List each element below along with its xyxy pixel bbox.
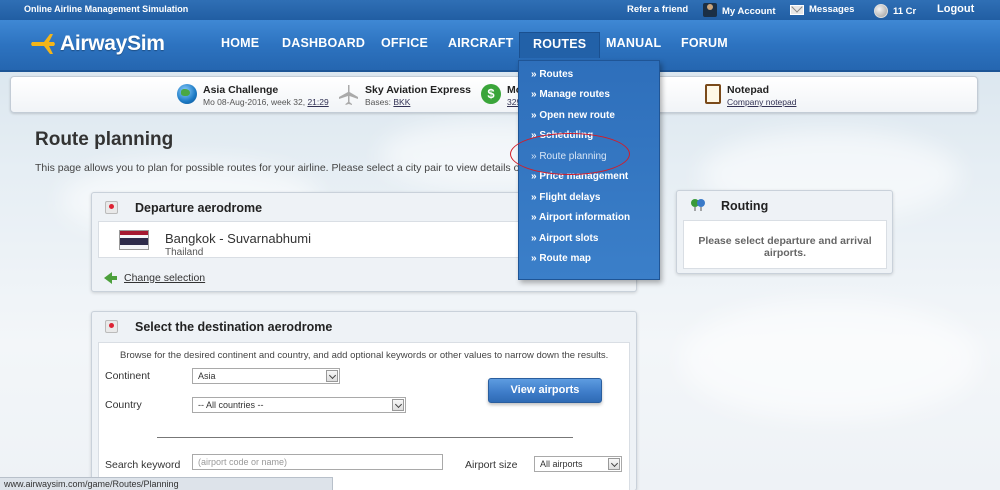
form-divider: [157, 437, 573, 438]
destination-panel: Select the destination aerodrome Browse …: [91, 311, 637, 490]
annotation-ellipse: [510, 133, 630, 175]
refer-link[interactable]: Refer a friend: [627, 4, 688, 15]
menu-item-route-map[interactable]: » Route map: [531, 253, 591, 264]
main-nav: AirwaySim HOME DASHBOARD OFFICE AIRCRAFT…: [0, 20, 1000, 72]
keyword-label: Search keyword: [105, 459, 181, 471]
map-pin-icon: [105, 320, 118, 333]
nav-routes[interactable]: ROUTES: [519, 32, 601, 58]
departure-heading: Departure aerodrome: [135, 201, 263, 215]
globe-icon: [177, 84, 197, 104]
money-info: $ Mo 329: [481, 84, 522, 107]
top-bar: Online Airline Management Simulation Ref…: [0, 0, 1000, 20]
dollar-icon: $: [481, 84, 501, 104]
menu-item-manage-routes[interactable]: » Manage routes: [531, 89, 610, 100]
logo[interactable]: AirwaySim: [30, 32, 165, 56]
game-info: Asia Challenge Mo 08-Aug-2016, week 32, …: [177, 84, 329, 107]
destination-form: Browse for the desired continent and cou…: [98, 342, 630, 490]
credits-link[interactable]: 11 Cr: [874, 4, 916, 18]
logout-link[interactable]: Logout: [937, 3, 974, 15]
chevron-down-icon: [608, 458, 620, 470]
country-select[interactable]: -- All countries --: [192, 397, 406, 413]
status-bar-url: www.airwaysim.com/game/Routes/Planning: [0, 477, 333, 490]
coin-icon: [874, 4, 888, 18]
airline-info: Sky Aviation Express Bases: BKK: [337, 84, 471, 107]
nav-forum[interactable]: FORUM: [681, 36, 728, 50]
departure-city: Bangkok - Suvarnabhumi: [165, 231, 311, 246]
map-pin-icon: [105, 201, 118, 214]
game-time-link[interactable]: 21:29: [307, 97, 328, 107]
nav-office[interactable]: OFFICE: [381, 36, 428, 50]
notepad-icon: [705, 84, 721, 104]
menu-item-airport-slots[interactable]: » Airport slots: [531, 233, 598, 244]
chevron-down-icon: [326, 370, 338, 382]
country-label: Country: [105, 399, 142, 411]
nav-dashboard[interactable]: DASHBOARD: [282, 36, 365, 50]
menu-item-open-new-route[interactable]: » Open new route: [531, 110, 615, 121]
my-account-link[interactable]: My Account: [703, 3, 775, 18]
menu-item-airport-information[interactable]: » Airport information: [531, 212, 630, 223]
info-strip: Asia Challenge Mo 08-Aug-2016, week 32, …: [10, 76, 978, 113]
continent-label: Continent: [105, 370, 150, 382]
page-description: This page allows you to plan for possibl…: [35, 162, 520, 174]
base-link[interactable]: BKK: [393, 97, 410, 107]
mail-icon: [790, 4, 804, 15]
page-title: Route planning: [35, 129, 174, 150]
route-pins-icon: [691, 199, 705, 211]
cloud-decoration: [680, 300, 980, 420]
arrow-left-icon: [104, 272, 117, 284]
change-selection[interactable]: Change selection: [104, 272, 205, 284]
routing-panel: Routing Please select departure and arri…: [676, 190, 893, 274]
view-airports-button[interactable]: View airports: [488, 378, 602, 403]
plane-logo-icon: [31, 34, 55, 54]
notepad-info: Notepad Company notepad: [705, 84, 796, 107]
menu-item-routes[interactable]: » Routes: [531, 69, 573, 80]
routing-heading: Routing: [721, 199, 769, 213]
airport-size-select[interactable]: All airports: [534, 456, 622, 472]
airport-size-label: Airport size: [465, 459, 518, 471]
destination-heading: Select the destination aerodrome: [135, 320, 333, 334]
departure-country: Thailand: [165, 247, 204, 258]
thailand-flag-icon: [119, 230, 149, 250]
company-notepad-link[interactable]: Company notepad: [727, 97, 796, 107]
continent-select[interactable]: Asia: [192, 368, 340, 384]
menu-item-flight-delays[interactable]: » Flight delays: [531, 192, 600, 203]
routing-body: Please select departure and arrival airp…: [683, 220, 887, 269]
tagline: Online Airline Management Simulation: [24, 4, 189, 14]
messages-link[interactable]: Messages: [790, 4, 854, 15]
destination-hint: Browse for the desired continent and cou…: [120, 350, 609, 361]
chevron-down-icon: [392, 399, 404, 411]
nav-aircraft[interactable]: AIRCRAFT: [448, 36, 513, 50]
keyword-input[interactable]: (airport code or name): [192, 454, 443, 470]
nav-home[interactable]: HOME: [221, 36, 259, 50]
airplane-icon: [339, 85, 358, 105]
routing-message: Please select departure and arrival airp…: [698, 235, 872, 259]
nav-manual[interactable]: MANUAL: [606, 36, 661, 50]
user-icon: [703, 3, 717, 17]
